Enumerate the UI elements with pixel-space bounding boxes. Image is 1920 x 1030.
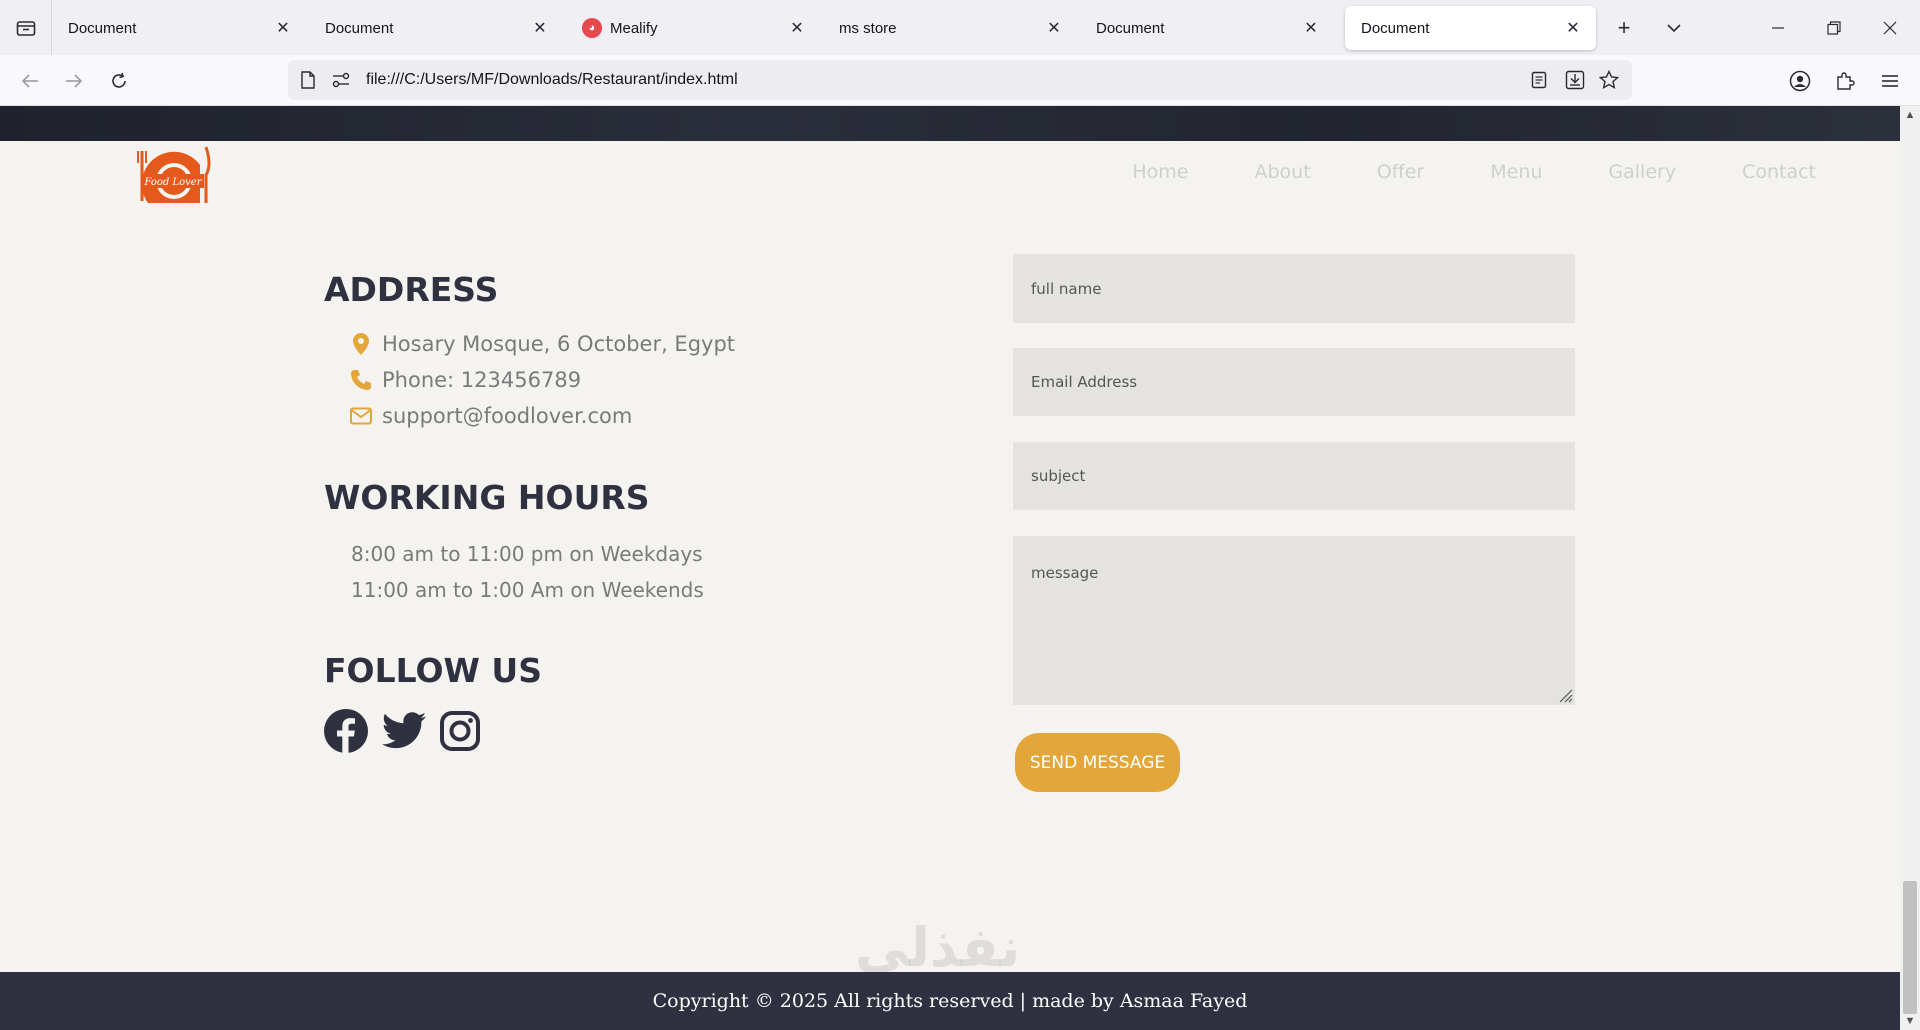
tab-overflow-button[interactable] — [1660, 14, 1688, 42]
tab-mealify[interactable]: ◕ Mealify ✕ — [566, 6, 820, 50]
nav-link-contact[interactable]: Contact — [1742, 161, 1816, 183]
facebook-icon[interactable] — [324, 709, 368, 758]
arrow-right-icon — [66, 74, 83, 88]
address-text: Hosary Mosque, 6 October, Egypt — [382, 332, 736, 356]
phone-line: Phone: 123456789 — [350, 368, 581, 392]
reader-view-icon[interactable] — [1531, 71, 1547, 94]
social-links — [324, 709, 480, 758]
new-tab-button[interactable]: + — [1610, 14, 1638, 42]
navigation-toolbar: file:///C:/Users/MF/Downloads/Restaurant… — [0, 55, 1920, 106]
tab-title: ms store — [839, 19, 897, 37]
nav-link-offer[interactable]: Offer — [1377, 161, 1425, 183]
tab-document-2[interactable]: Document ✕ — [309, 6, 563, 50]
scroll-down-arrow-icon[interactable]: ▼ — [1900, 1012, 1920, 1030]
save-to-pocket-icon[interactable] — [1565, 70, 1585, 95]
app-menu-button[interactable] — [1874, 65, 1906, 97]
instagram-icon[interactable] — [440, 711, 480, 756]
minimize-icon — [1772, 27, 1784, 29]
extensions-button[interactable] — [1829, 65, 1861, 97]
tab-title: Document — [1096, 19, 1165, 37]
hamburger-menu-icon — [1882, 75, 1898, 87]
food-lover-logo[interactable]: Food Lover — [136, 145, 212, 207]
tab-bar: Document ✕ Document ✕ ◕ Mealify ✕ ms sto… — [0, 0, 1920, 55]
tab-close-icon[interactable]: ✕ — [1300, 17, 1322, 39]
logo-text: Food Lover — [143, 177, 202, 188]
url-bar[interactable]: file:///C:/Users/MF/Downloads/Restaurant… — [288, 60, 1632, 100]
page-icon — [300, 71, 316, 94]
forward-button[interactable] — [58, 65, 90, 97]
tab-document-active[interactable]: Document ✕ — [1345, 6, 1596, 50]
scroll-up-arrow-icon[interactable]: ▲ — [1900, 106, 1920, 124]
chevron-down-icon — [1667, 24, 1681, 33]
tab-title: Mealify — [610, 19, 658, 37]
close-icon — [1883, 21, 1897, 35]
tab-document-3[interactable]: Document ✕ — [1080, 6, 1334, 50]
plus-icon: + — [1617, 15, 1631, 40]
message-textarea[interactable]: message — [1013, 536, 1575, 705]
close-window-button[interactable] — [1874, 12, 1906, 44]
nav-link-gallery[interactable]: Gallery — [1608, 161, 1676, 183]
resize-handle-icon[interactable] — [1557, 687, 1573, 703]
account-button[interactable] — [1784, 65, 1816, 97]
back-button[interactable] — [14, 65, 46, 97]
email-placeholder: Email Address — [1031, 373, 1138, 391]
address-heading: ADDRESS — [324, 270, 499, 309]
email-line: support@foodlover.com — [350, 404, 632, 428]
page-scrollbar[interactable]: ▲ ▼ — [1900, 106, 1920, 1030]
tab-document-1[interactable]: Document ✕ — [52, 6, 306, 50]
send-message-button[interactable]: SEND MESSAGE — [1015, 733, 1180, 792]
restore-icon — [1827, 21, 1841, 35]
message-placeholder: message — [1031, 564, 1099, 582]
full-name-input[interactable]: full name — [1013, 254, 1575, 323]
page-viewport: Food Lover Home About Offer Menu Gallery… — [0, 106, 1900, 1030]
nav-link-home[interactable]: Home — [1132, 161, 1188, 183]
copyright-text: Copyright © 2025 All rights reserved | m… — [652, 990, 1248, 1012]
url-text[interactable]: file:///C:/Users/MF/Downloads/Restaurant… — [366, 60, 738, 100]
site-permissions-icon[interactable] — [332, 72, 350, 93]
twitter-icon[interactable] — [382, 712, 426, 755]
tab-list-icon — [16, 20, 35, 36]
tab-close-icon[interactable]: ✕ — [529, 17, 551, 39]
bookmark-star-icon[interactable] — [1598, 69, 1620, 95]
tab-title: Document — [68, 19, 137, 37]
scrollbar-thumb[interactable] — [1903, 881, 1917, 1014]
tab-close-icon[interactable]: ✕ — [272, 17, 294, 39]
email-address-input[interactable]: Email Address — [1013, 348, 1575, 416]
restore-button[interactable] — [1818, 12, 1850, 44]
arrow-left-icon — [21, 74, 38, 88]
nav-link-about[interactable]: About — [1255, 161, 1311, 183]
weekday-hours: 8:00 am to 11:00 pm on Weekdays — [351, 542, 703, 566]
site-navigation: Home About Offer Menu Gallery Contact — [1066, 161, 1816, 183]
minimize-button[interactable] — [1762, 12, 1794, 44]
envelope-icon — [350, 407, 372, 425]
tab-close-icon[interactable]: ✕ — [786, 17, 808, 39]
email-text[interactable]: support@foodlover.com — [382, 404, 632, 428]
map-pin-icon — [350, 333, 372, 355]
hero-image-strip — [0, 106, 1900, 141]
subject-input[interactable]: subject — [1013, 442, 1575, 510]
working-hours-heading: WORKING HOURS — [324, 478, 650, 517]
follow-us-heading: FOLLOW US — [324, 651, 542, 690]
tab-list-button[interactable] — [0, 0, 52, 55]
account-icon — [1789, 70, 1811, 92]
phone-text: Phone: 123456789 — [382, 368, 582, 392]
site-footer: Copyright © 2025 All rights reserved | m… — [0, 972, 1900, 1030]
weekend-hours: 11:00 am to 1:00 Am on Weekends — [351, 578, 704, 602]
watermark-arabic: نفذلي — [855, 916, 1021, 979]
full-name-placeholder: full name — [1031, 279, 1102, 298]
tab-ms-store[interactable]: ms store ✕ — [823, 6, 1077, 50]
tab-close-icon[interactable]: ✕ — [1043, 17, 1065, 39]
nav-link-menu[interactable]: Menu — [1490, 161, 1542, 183]
tab-title: Document — [325, 19, 394, 37]
site-header: Food Lover Home About Offer Menu Gallery… — [0, 141, 1900, 211]
tab-title: Document — [1361, 19, 1430, 37]
phone-icon — [350, 369, 372, 391]
reload-button[interactable] — [103, 65, 135, 97]
tab-close-icon[interactable]: ✕ — [1562, 17, 1584, 39]
address-line: Hosary Mosque, 6 October, Egypt — [350, 332, 735, 356]
reload-icon — [112, 72, 126, 88]
subject-placeholder: subject — [1031, 467, 1086, 485]
mealify-favicon-icon: ◕ — [582, 18, 602, 38]
puzzle-icon — [1837, 72, 1855, 90]
